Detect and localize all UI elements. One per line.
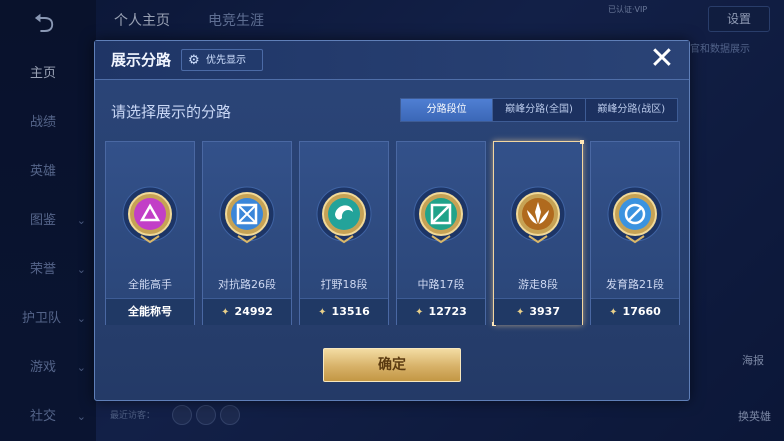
lane-points-value: 24992 [234,305,273,318]
close-icon[interactable]: ✕ [647,44,677,74]
lane-points-value: 13516 [331,305,370,318]
mid-lane-badge-icon [412,184,470,246]
lane-tabs: 分路段位 巅峰分路(全国) 巅峰分路(战区) [400,98,678,122]
lane-points: ✦ 17660 [591,298,679,325]
lane-name: 中路17段 [417,278,465,291]
rank-arrow-icon: ✦ [515,307,525,318]
lane-points: ✦ 13516 [300,298,388,325]
lane-card-all-round[interactable]: 全能高手 全能称号 [105,141,195,325]
clash-lane-badge-icon [218,184,276,246]
modal-subtitle: 请选择展示的分路 [111,103,232,121]
lane-name: 打野18段 [320,278,368,291]
lane-card-farm[interactable]: 发育路21段 ✦ 17660 [590,141,680,325]
tab-peak-region[interactable]: 巅峰分路(战区) [586,99,677,121]
tab-lane-rank[interactable]: 分路段位 [401,99,494,121]
rank-arrow-icon: ✦ [609,307,618,318]
gear-icon: ⚙ [188,53,200,68]
confirm-button[interactable]: 确定 [323,348,461,382]
all-round-badge-icon [121,184,179,246]
modal-header: 展示分路 ⚙ 优先显示 ✕ [95,41,689,80]
lane-card-jungle[interactable]: 打野18段 ✦ 13516 [299,141,389,325]
farm-lane-badge-icon [606,184,664,246]
lane-name: 对抗路26段 [218,278,276,291]
lane-footer-text: 全能称号 [128,305,172,318]
lane-card-mid[interactable]: 中路17段 ✦ 12723 [396,141,486,325]
rank-arrow-icon: ✦ [318,307,327,318]
lane-points-value: 12723 [428,305,467,318]
tab-peak-national[interactable]: 巅峰分路(全国) [493,99,586,121]
lane-footer: 全能称号 [106,298,194,325]
lane-card-roam[interactable]: 游走8段 ✦ 3937 [492,140,584,326]
lane-name: 全能高手 [128,278,172,291]
lane-cards: 全能高手 全能称号 对抗路26段 ✦ 24992 打野18段 ✦ 13516 中… [105,140,681,327]
modal-title: 展示分路 [111,51,172,69]
lane-name: 游走8段 [518,278,558,291]
priority-display-button[interactable]: ⚙ 优先显示 [181,49,263,71]
lane-points-value: 17660 [622,305,661,318]
lane-display-modal: 展示分路 ⚙ 优先显示 ✕ 请选择展示的分路 分路段位 巅峰分路(全国) 巅峰分… [94,40,690,401]
lane-card-clash[interactable]: 对抗路26段 ✦ 24992 [202,141,292,325]
roam-badge-icon [509,184,567,246]
lane-points: ✦ 12723 [397,298,485,325]
rank-arrow-icon: ✦ [415,307,424,318]
priority-label: 优先显示 [206,55,246,66]
lane-points: ✦ 24992 [203,298,291,325]
selected-corner [580,140,584,144]
lane-points: ✦ 3937 [494,298,582,325]
jungle-badge-icon [315,184,373,246]
lane-name: 发育路21段 [606,278,664,291]
lane-points-value: 3937 [529,305,560,318]
rank-arrow-icon: ✦ [221,307,230,318]
